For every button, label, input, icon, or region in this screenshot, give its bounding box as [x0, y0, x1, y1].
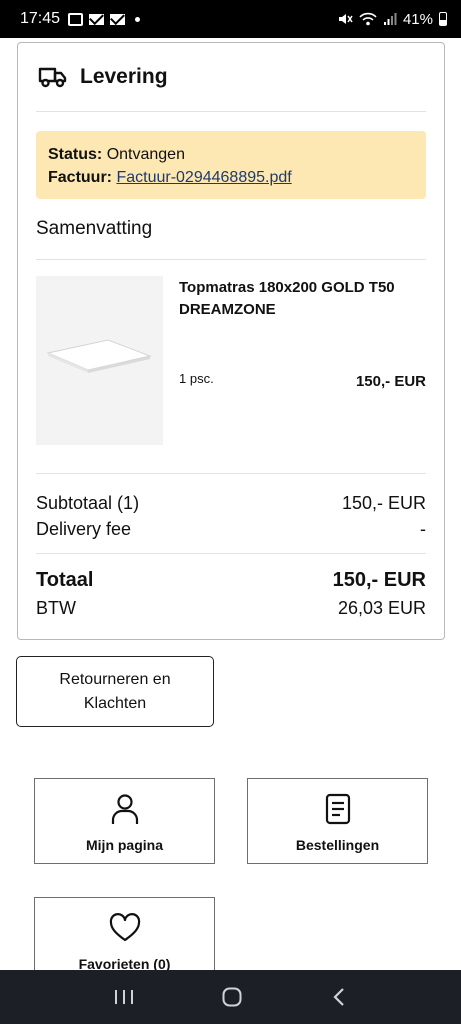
returns-complaints-button[interactable]: Retourneren en Klachten [16, 656, 214, 727]
delivery-fee-row: Delivery fee - [36, 519, 426, 540]
product-quantity: 1 psc. [179, 371, 214, 386]
heart-icon [109, 910, 141, 946]
total-label: Totaal [36, 569, 94, 591]
status-value: Ontvangen [106, 146, 185, 163]
home-icon[interactable] [221, 986, 243, 1008]
status-box: Status: Ontvangen Factuur: Factuur-02944… [36, 131, 426, 199]
tile-label: Mijn pagina [86, 837, 163, 853]
status-label: Status: [48, 146, 103, 163]
system-icons: 41% [337, 11, 447, 28]
product-name[interactable]: Topmatras 180x200 GOLD T50 DREAMZONE [179, 277, 429, 321]
call-icon [68, 12, 84, 26]
total-row: Totaal 150,- EUR [36, 569, 426, 592]
delivery-fee-label: Delivery fee [36, 519, 132, 539]
wifi-icon [359, 12, 377, 26]
divider [36, 111, 426, 112]
system-navigation-bar [0, 970, 461, 1024]
notification-icons [68, 12, 141, 26]
vat-row: BTW 26,03 EUR [36, 598, 426, 619]
battery-icon [439, 12, 447, 26]
status-time: 17:45 [20, 10, 61, 27]
subtotal-value: 150,- EUR [341, 493, 426, 513]
total-value: 150,- EUR [332, 569, 426, 591]
delivery-fee-value: - [420, 519, 426, 539]
status-bar: 17:45 41% [0, 0, 461, 38]
truck-icon [38, 67, 67, 88]
card-title: Levering [80, 65, 168, 88]
summary-title: Samenvatting [36, 218, 153, 239]
subtotal-row: Subtotaal (1) 150,- EUR [36, 493, 426, 514]
tile-my-page[interactable]: Mijn pagina [34, 778, 215, 864]
divider [36, 553, 426, 554]
mattress-image [46, 339, 152, 373]
delivery-card: Levering Status: Ontvangen Factuur: Fact… [17, 42, 445, 640]
divider [36, 259, 426, 260]
mail-icon [89, 13, 105, 25]
status-line: Status: Ontvangen [48, 143, 414, 166]
mail-icon [110, 13, 126, 25]
product-image[interactable] [36, 276, 163, 445]
dot-icon [135, 16, 141, 22]
back-icon[interactable] [330, 986, 348, 1008]
invoice-link[interactable]: Factuur-0294468895.pdf [116, 169, 291, 186]
product-price: 150,- EUR [355, 373, 426, 390]
user-icon [110, 791, 140, 827]
subtotal-label: Subtotaal (1) [36, 493, 140, 513]
tile-orders[interactable]: Bestellingen [247, 778, 428, 864]
mute-icon [338, 14, 353, 24]
tile-label: Bestellingen [295, 837, 380, 853]
document-icon [325, 791, 351, 827]
vat-label: BTW [36, 598, 76, 618]
signal-icon [383, 13, 397, 25]
divider [36, 473, 426, 474]
battery-percent: 41% [402, 10, 433, 28]
recent-apps-icon[interactable] [113, 987, 135, 1007]
invoice-label: Factuur: [48, 169, 112, 186]
vat-value: 26,03 EUR [337, 598, 426, 618]
invoice-line: Factuur: Factuur-0294468895.pdf [48, 166, 414, 189]
card-header: Levering [38, 65, 168, 89]
